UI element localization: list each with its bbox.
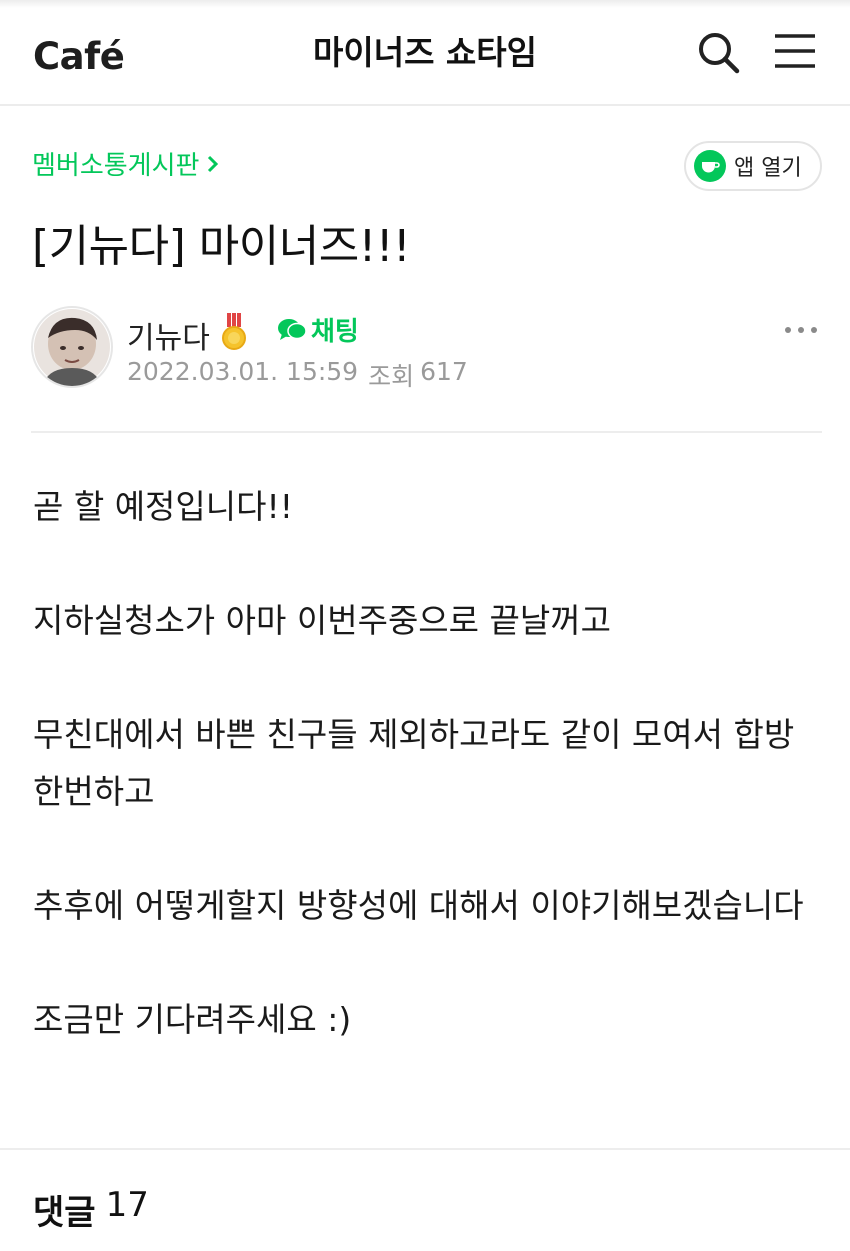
- views-count: 617: [420, 357, 468, 386]
- body-paragraph: 곧 할 예정입니다!!: [33, 487, 293, 526]
- app-header: Café 마이너즈 쇼타임: [0, 0, 850, 106]
- comments-summary[interactable]: 댓글 17: [33, 1185, 149, 1234]
- search-icon[interactable]: [694, 28, 742, 76]
- chat-label: 채팅: [311, 317, 359, 347]
- body-paragraph: 지하실청소가 아마 이번주중으로 끝날꺼고: [33, 601, 611, 640]
- author-name[interactable]: 기뉴다: [127, 313, 210, 357]
- article-title: [기뉴다] 마이너즈!!!: [32, 221, 411, 272]
- open-app-label: 앱 열기: [734, 156, 802, 181]
- chat-button[interactable]: 채팅: [277, 311, 359, 348]
- comments-count: 17: [105, 1185, 149, 1225]
- post-date: 2022.03.01. 15:59: [127, 357, 359, 386]
- board-name: 멤버소통게시판: [32, 151, 200, 181]
- body-paragraph: 무친대에서 바쁜 친구들 제외하고라도 같이 모여서 합방한번하고: [33, 715, 795, 811]
- body-paragraph: 추후에 어떻게할지 방향성에 대해서 이야기해보겠습니다: [33, 886, 804, 925]
- avatar[interactable]: [31, 306, 113, 388]
- more-options-icon[interactable]: [782, 322, 822, 338]
- cafe-app-icon: [694, 150, 726, 182]
- open-app-button[interactable]: 앱 열기: [684, 141, 822, 191]
- post-meta: 2022.03.01. 15:59 조회 617: [127, 357, 468, 393]
- comments-divider: [0, 1148, 850, 1150]
- board-breadcrumb[interactable]: 멤버소통게시판: [32, 145, 219, 182]
- medal-icon: [222, 313, 246, 350]
- chevron-right-icon: [208, 155, 219, 172]
- hamburger-menu-icon[interactable]: [771, 28, 819, 76]
- chat-bubble-icon: [278, 318, 307, 340]
- header-divider: [31, 431, 822, 433]
- comments-label: 댓글: [33, 1193, 96, 1233]
- views-label: 조회: [368, 362, 415, 391]
- body-paragraph: 조금만 기다려주세요 :): [33, 1000, 352, 1039]
- article-body: 곧 할 예정입니다!! 지하실청소가 아마 이번주중으로 끝날꺼고 무친대에서 …: [33, 478, 823, 1048]
